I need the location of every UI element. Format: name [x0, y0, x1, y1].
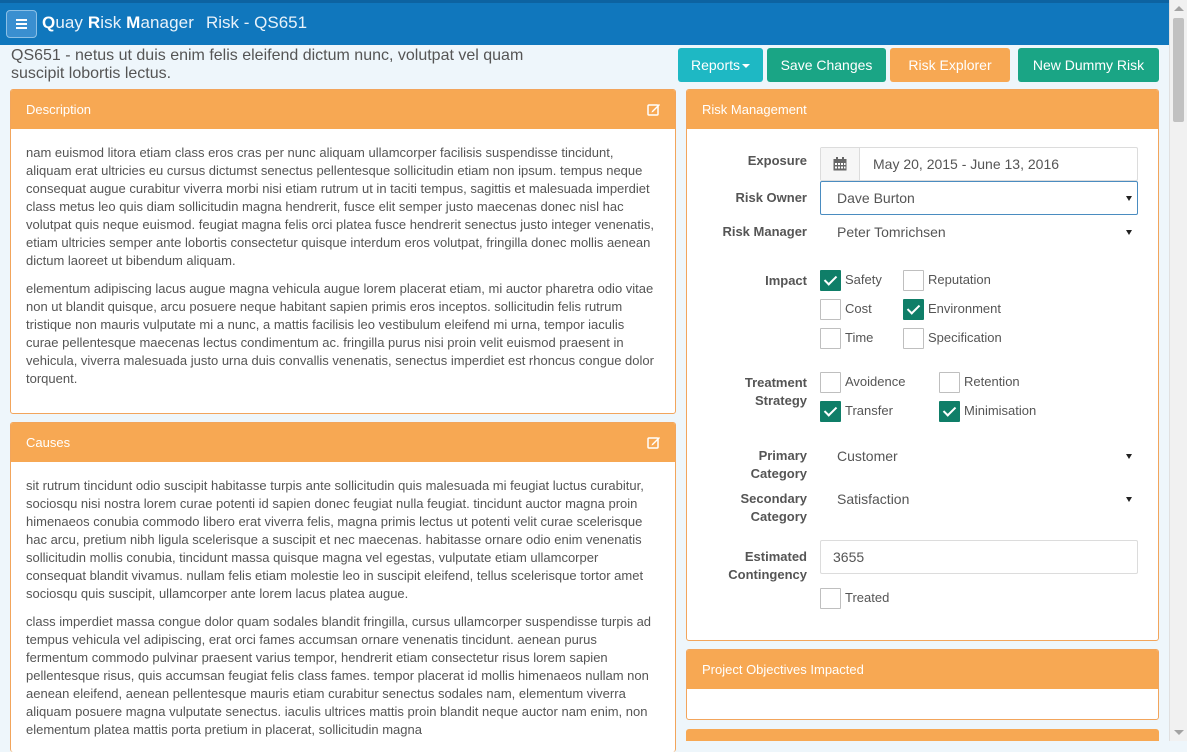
checkbox-label: Cost	[845, 301, 872, 316]
edit-icon[interactable]	[647, 435, 661, 449]
calendar-icon	[833, 157, 847, 171]
description-title: Description	[26, 102, 92, 117]
exposure-label: Exposure	[747, 153, 807, 168]
checkbox-label: Minimisation	[964, 403, 1037, 418]
top-navbar: Quay Risk Manager Risk - QS651	[0, 0, 1169, 45]
checkbox-label: Transfer	[845, 403, 893, 418]
primary-category-value: Customer	[837, 448, 898, 464]
chevron-down-icon	[1126, 196, 1132, 201]
edit-icon[interactable]	[647, 102, 661, 116]
risk-owner-select[interactable]: Dave Burton	[820, 181, 1138, 215]
checkbox-checked-icon[interactable]	[939, 401, 960, 422]
checkbox-label: Retention	[964, 374, 1020, 389]
risk-manager-label: Risk Manager	[722, 224, 807, 239]
secondary-category-value: Satisfaction	[837, 491, 910, 507]
causes-paragraph: sit rutrum tincidunt odio suscipit habit…	[26, 478, 644, 601]
scroll-up-arrow-icon[interactable]	[1174, 6, 1184, 11]
page-title: QS651 - netus ut duis enim felis eleifen…	[11, 47, 524, 82]
save-changes-button[interactable]: Save Changes	[767, 48, 886, 82]
checkbox-box[interactable]	[820, 588, 841, 609]
risk-management-header: Risk Management	[687, 90, 1158, 129]
risk-management-title: Risk Management	[702, 102, 807, 117]
chevron-down-icon	[1126, 497, 1132, 502]
nav-page-title: Risk - QS651	[206, 13, 308, 32]
risk-owner-label: Risk Owner	[735, 190, 807, 205]
estimated-contingency-input[interactable]: 3655	[820, 540, 1138, 574]
estimated-contingency-label: Estimated Contingency	[728, 549, 807, 582]
brand-logo[interactable]: Quay Risk Manager	[42, 13, 194, 33]
reports-dropdown-button[interactable]: Reports	[678, 48, 763, 82]
causes-paragraph: class imperdiet massa congue dolor quam …	[26, 614, 652, 737]
primary-category-select[interactable]: Customer	[820, 439, 1138, 473]
description-panel-header: Description	[11, 90, 675, 129]
calendar-addon[interactable]	[821, 148, 860, 180]
checkbox-box[interactable]	[939, 372, 960, 393]
caret-down-icon	[742, 64, 751, 69]
primary-category-label: Primary Category	[750, 448, 807, 481]
checkbox-box[interactable]	[820, 372, 841, 393]
project-objectives-panel: Project Objectives Impacted	[686, 649, 1159, 720]
hamburger-icon	[16, 19, 27, 21]
new-dummy-risk-button[interactable]: New Dummy Risk	[1018, 48, 1159, 82]
scroll-thumb[interactable]	[1173, 18, 1184, 122]
checkbox-box[interactable]	[903, 270, 924, 291]
description-panel: Description nam euismod litora etiam cla…	[10, 89, 676, 414]
impact-label: Impact	[765, 273, 807, 288]
checkbox-box[interactable]	[820, 299, 841, 320]
risk-explorer-button[interactable]: Risk Explorer	[890, 48, 1010, 82]
checkbox-label: Specification	[928, 330, 1002, 345]
chevron-down-icon	[1126, 454, 1132, 459]
checkbox-label: Reputation	[928, 272, 991, 287]
secondary-category-select[interactable]: Satisfaction	[820, 482, 1138, 516]
scroll-down-arrow-icon[interactable]	[1174, 730, 1184, 735]
checkbox-label: Environment	[928, 301, 1001, 316]
checkbox-label: Time	[845, 330, 874, 345]
secondary-category-label: Secondary Category	[740, 491, 807, 524]
description-paragraph: elementum adipiscing lacus augue magna v…	[26, 281, 654, 386]
checkbox-box[interactable]	[903, 328, 924, 349]
exposure-value: May 20, 2015 - June 13, 2016	[873, 156, 1060, 172]
checkbox-label: Avoidence	[845, 374, 906, 389]
description-paragraph: nam euismod litora etiam class eros cras…	[26, 145, 654, 268]
treated-label: Treated	[845, 590, 890, 605]
risk-owner-value: Dave Burton	[837, 190, 915, 206]
causes-title: Causes	[26, 435, 71, 450]
checkbox-checked-icon[interactable]	[903, 299, 924, 320]
causes-panel: Causes sit rutrum tincidunt odio suscipi…	[10, 422, 676, 752]
chevron-down-icon	[1126, 230, 1132, 235]
causes-panel-header: Causes	[11, 423, 675, 462]
checkbox-checked-icon[interactable]	[820, 401, 841, 422]
contingency-value: 3655	[833, 549, 865, 565]
menu-toggle-button[interactable]	[6, 10, 37, 38]
checkbox-label: Safety	[845, 272, 882, 287]
next-panel-header	[686, 729, 1159, 741]
exposure-date-range-input[interactable]: May 20, 2015 - June 13, 2016	[820, 147, 1138, 181]
project-objectives-header: Project Objectives Impacted	[687, 650, 1158, 689]
checkbox-box[interactable]	[820, 328, 841, 349]
risk-management-panel: Risk Management Exposure May 20, 2015 - …	[686, 89, 1159, 641]
page-scrollbar[interactable]	[1169, 0, 1187, 741]
treatment-strategy-label: Treatment Strategy	[744, 375, 807, 408]
risk-manager-value: Peter Tomrichsen	[837, 224, 946, 240]
checkbox-checked-icon[interactable]	[820, 270, 841, 291]
risk-manager-select[interactable]: Peter Tomrichsen	[820, 215, 1138, 249]
project-objectives-title: Project Objectives Impacted	[702, 662, 864, 677]
